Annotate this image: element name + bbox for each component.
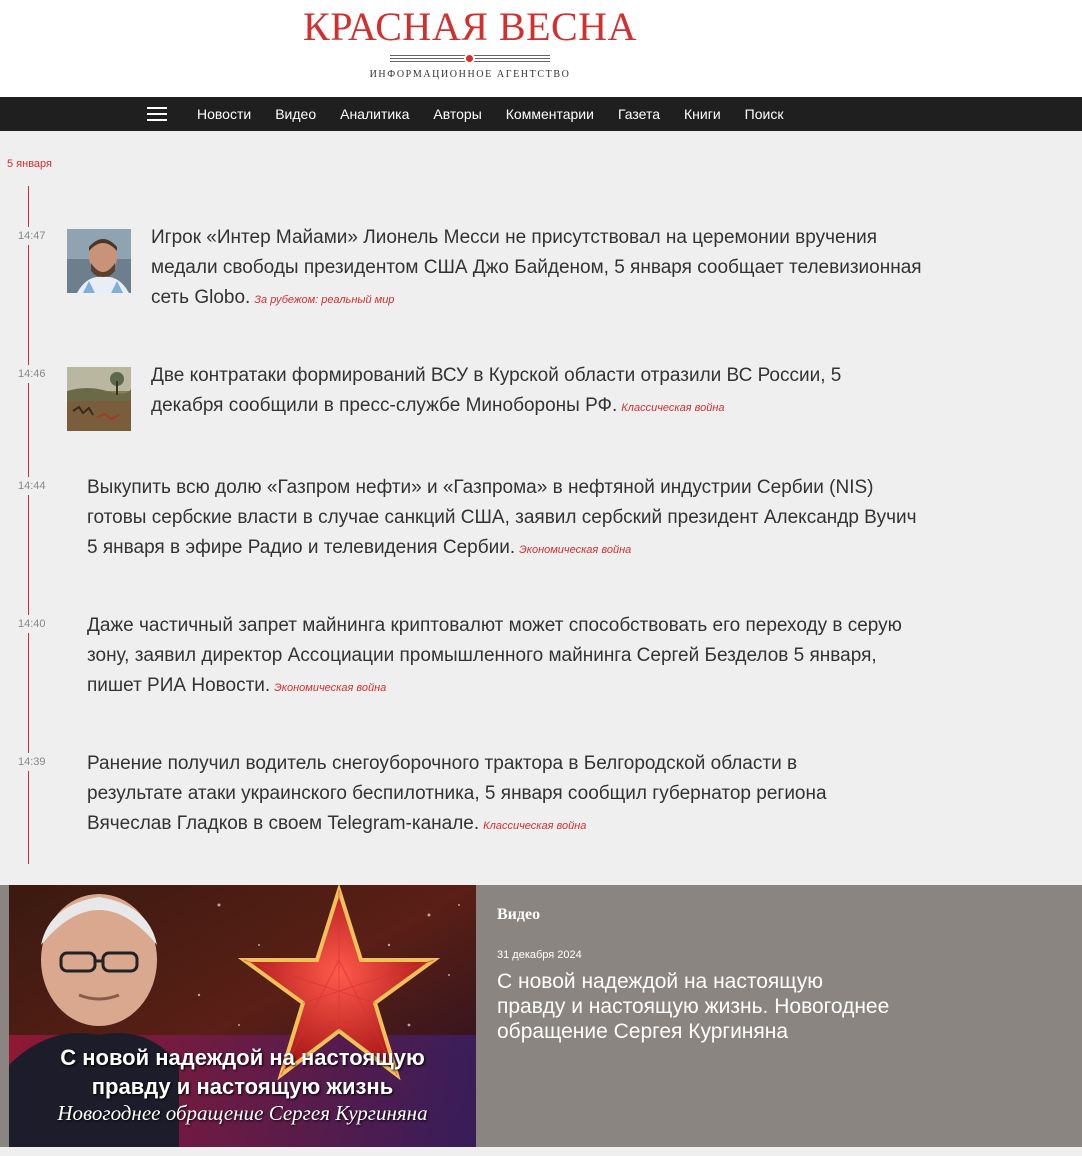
news-thumbnail[interactable] [67, 229, 131, 293]
news-body: Выкупить всю долю «Газпром нефти» и «Газ… [87, 477, 917, 558]
news-text[interactable]: Выкупить всю долю «Газпром нефти» и «Газ… [87, 473, 927, 565]
video-thumbnail[interactable]: С новой надеждой на настоящую правду и н… [9, 885, 476, 1147]
site-header: КРАСНАЯ ВЕСНА ИНФОРМАЦИОННОЕ АГЕНТСТВО [0, 0, 1082, 97]
news-text[interactable]: Игрок «Интер Майами» Лионель Месси не пр… [151, 223, 941, 315]
news-time: 14:40 [14, 615, 46, 633]
video-image-caption: С новой надеждой на настоящую правду и н… [60, 1045, 425, 1099]
video-image-subcaption: Новогоднее обращение Сергея Кургиняна [57, 1101, 428, 1125]
nav-item-video[interactable]: Видео [263, 97, 328, 131]
video-date: 31 декабря 2024 [497, 949, 582, 961]
nav-item-search[interactable]: Поиск [733, 97, 796, 131]
news-time: 14:44 [14, 477, 46, 495]
news-text[interactable]: Ранение получил водитель снегоуборочного… [87, 749, 897, 841]
logo-title: КРАСНАЯ ВЕСНА [303, 4, 637, 49]
site-logo[interactable]: КРАСНАЯ ВЕСНА ИНФОРМАЦИОННОЕ АГЕНТСТВО [300, 4, 640, 80]
news-body: Ранение получил водитель снегоуборочного… [87, 753, 827, 834]
nav-items: Новости Видео Аналитика Авторы Комментар… [185, 97, 795, 131]
hamburger-menu-icon[interactable] [147, 106, 167, 122]
news-tag[interactable]: Экономическая война [519, 544, 631, 556]
nav-item-newspaper[interactable]: Газета [606, 97, 672, 131]
logo-ornament [390, 52, 550, 66]
news-tag[interactable]: Классическая война [483, 820, 586, 832]
portrait-photo-icon [67, 229, 131, 293]
feed-date: 5 января [7, 158, 52, 170]
news-text[interactable]: Две контратаки формирований ВСУ в Курско… [151, 361, 911, 423]
battle-painting-icon [67, 367, 131, 431]
news-tag[interactable]: За рубежом: реальный мир [254, 294, 394, 306]
news-time: 14:47 [14, 227, 46, 245]
news-tag[interactable]: Экономическая война [274, 682, 386, 694]
news-feed: 5 января 14:47 Игрок «Интер Майами» Лион… [0, 131, 1082, 885]
news-time: 14:39 [14, 753, 46, 771]
news-tag[interactable]: Классическая война [621, 402, 724, 414]
video-section-label[interactable]: Видео [497, 906, 540, 924]
news-time: 14:46 [14, 365, 46, 383]
nav-item-authors[interactable]: Авторы [421, 97, 493, 131]
bottom-strip [0, 1147, 1082, 1156]
main-nav: Новости Видео Аналитика Авторы Комментар… [0, 97, 1082, 131]
nav-item-books[interactable]: Книги [672, 97, 733, 131]
nav-item-news[interactable]: Новости [185, 97, 263, 131]
video-title[interactable]: С новой надеждой на настоящую правду и н… [497, 969, 897, 1044]
news-body: Две контратаки формирований ВСУ в Курско… [151, 365, 842, 416]
news-thumbnail[interactable] [67, 367, 131, 431]
video-section: С новой надеждой на настоящую правду и н… [0, 885, 1082, 1147]
news-body: Даже частичный запрет майнинга криптовал… [87, 615, 902, 696]
nav-item-comments[interactable]: Комментарии [494, 97, 606, 131]
logo-subtitle: ИНФОРМАЦИОННОЕ АГЕНТСТВО [369, 69, 571, 80]
nav-item-analytics[interactable]: Аналитика [328, 97, 421, 131]
news-text[interactable]: Даже частичный запрет майнинга криптовал… [87, 611, 917, 703]
